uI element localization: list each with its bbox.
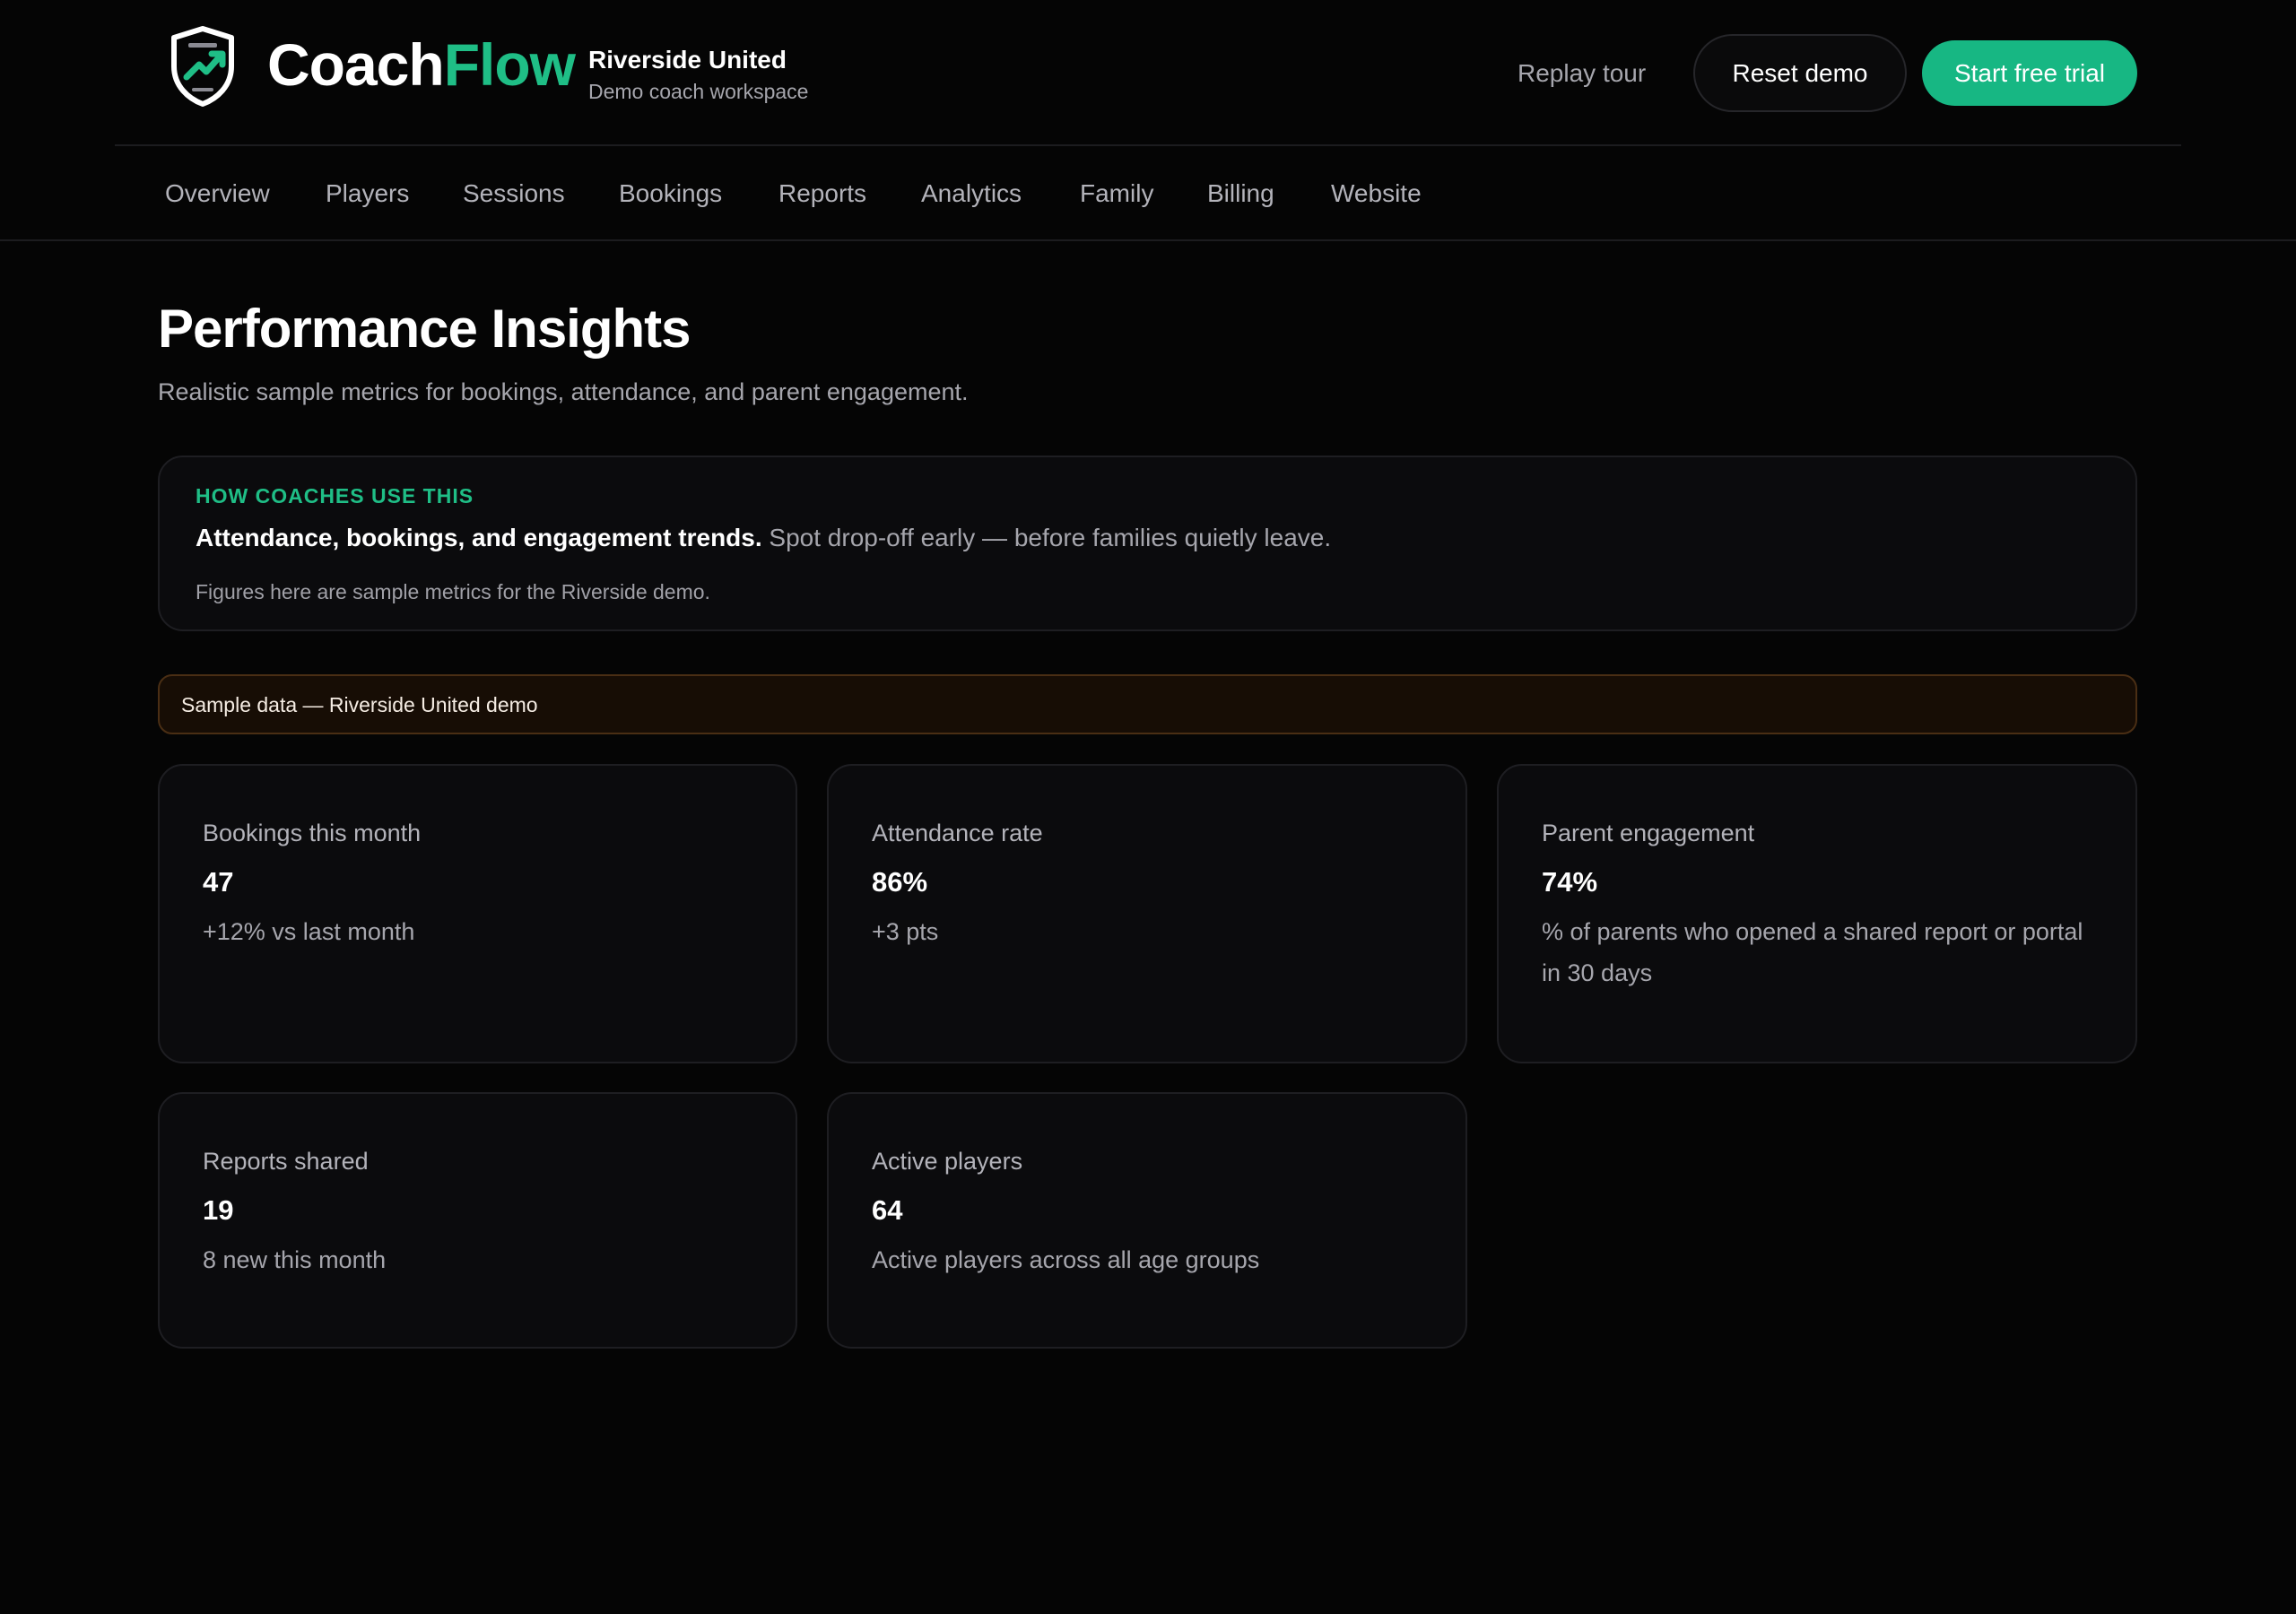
- how-coaches-use-panel: HOW COACHES USE THIS Attendance, booking…: [158, 456, 2137, 631]
- metric-card-parent-engagement: Parent engagement 74% % of parents who o…: [1497, 764, 2137, 1063]
- workspace-subtitle: Demo coach workspace: [588, 80, 809, 103]
- info-strong: Attendance, bookings, and engagement tre…: [196, 524, 762, 551]
- app-header: CoachFlow Riverside United Demo coach wo…: [115, 0, 2181, 146]
- info-note: Figures here are sample metrics for the …: [196, 580, 710, 603]
- start-trial-button[interactable]: Start free trial: [1922, 40, 2137, 106]
- nav-billing[interactable]: Billing: [1207, 176, 1274, 212]
- brand-accent: Flow: [443, 31, 576, 98]
- info-rest: Spot drop-off early — before families qu…: [761, 524, 1332, 551]
- nav-website[interactable]: Website: [1331, 176, 1422, 212]
- main-nav: Overview Players Sessions Bookings Repor…: [0, 147, 2296, 241]
- replay-tour-link[interactable]: Replay tour: [1518, 52, 1646, 95]
- nav-sessions[interactable]: Sessions: [463, 176, 565, 212]
- workspace-name: Riverside United: [588, 46, 787, 74]
- nav-bookings[interactable]: Bookings: [619, 176, 722, 212]
- brand-main: Coach: [267, 31, 445, 98]
- metric-note: +3 pts: [872, 918, 939, 945]
- workspace-info: Riverside United Demo coach workspace: [588, 45, 808, 106]
- info-kicker: HOW COACHES USE THIS: [196, 484, 474, 508]
- metric-card-attendance: Attendance rate 86% +3 pts: [827, 764, 1467, 1063]
- metric-card-reports-shared: Reports shared 19 8 new this month: [158, 1092, 797, 1349]
- metric-note: % of parents who opened a shared report …: [1542, 918, 2083, 986]
- metric-value: 64: [872, 1194, 903, 1226]
- metric-value: 19: [203, 1194, 234, 1226]
- page-title: Performance Insights: [158, 299, 691, 359]
- metric-label: Active players: [872, 1148, 1023, 1175]
- page-subtitle: Realistic sample metrics for bookings, a…: [158, 378, 969, 405]
- nav-overview[interactable]: Overview: [165, 176, 270, 212]
- nav-players[interactable]: Players: [326, 176, 409, 212]
- metric-value: 47: [203, 866, 234, 898]
- metric-note: +12% vs last month: [203, 918, 415, 945]
- metric-label: Bookings this month: [203, 820, 422, 846]
- metric-card-active-players: Active players 64 Active players across …: [827, 1092, 1467, 1349]
- metric-label: Reports shared: [203, 1148, 369, 1175]
- brand-logotype[interactable]: CoachFlow: [267, 30, 576, 99]
- reset-demo-button[interactable]: Reset demo: [1693, 34, 1907, 112]
- nav-reports[interactable]: Reports: [778, 176, 866, 212]
- metric-note: 8 new this month: [203, 1246, 387, 1273]
- sample-data-banner: Sample data — Riverside United demo: [158, 674, 2137, 734]
- banner-text: Sample data — Riverside United demo: [181, 693, 538, 716]
- metric-note: Active players across all age groups: [872, 1246, 1260, 1273]
- nav-family[interactable]: Family: [1080, 176, 1153, 212]
- metric-card-bookings: Bookings this month 47 +12% vs last mont…: [158, 764, 797, 1063]
- metric-value: 86%: [872, 866, 928, 898]
- shield-trend-icon[interactable]: [169, 25, 237, 108]
- nav-analytics[interactable]: Analytics: [921, 176, 1022, 212]
- info-line: Attendance, bookings, and engagement tre…: [196, 520, 1331, 556]
- metric-value: 74%: [1542, 866, 1598, 898]
- metric-label: Attendance rate: [872, 820, 1043, 846]
- metric-label: Parent engagement: [1542, 820, 1755, 846]
